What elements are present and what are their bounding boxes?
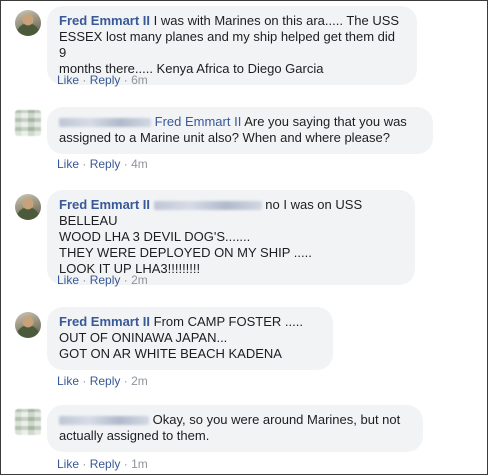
comment-text: OUT OF ONINAWA JAPAN... <box>59 330 228 345</box>
separator: · <box>123 157 128 171</box>
like-link[interactable]: Like <box>57 374 79 388</box>
avatar[interactable] <box>15 110 41 136</box>
reply-link[interactable]: Reply <box>90 374 121 388</box>
avatar[interactable] <box>15 409 41 435</box>
comment-text: I was with Marines on this ara..... The … <box>153 13 400 28</box>
timestamp[interactable]: 2m <box>131 273 148 287</box>
avatar[interactable] <box>15 10 41 36</box>
reply-link[interactable]: Reply <box>90 273 121 287</box>
author-name[interactable]: Fred Emmart II <box>59 13 150 28</box>
comment-actions: Like · Reply · 2m <box>57 273 148 287</box>
like-link[interactable]: Like <box>57 457 79 471</box>
timestamp[interactable]: 4m <box>131 157 148 171</box>
like-link[interactable]: Like <box>57 157 79 171</box>
mention-link[interactable]: Fred Emmart II <box>155 114 242 129</box>
reply-link[interactable]: Reply <box>90 73 121 87</box>
comment-actions: Like · Reply · 6m <box>57 73 148 87</box>
separator: · <box>123 374 128 388</box>
comment-text: Are you saying that you was <box>244 114 407 129</box>
mention-redacted <box>153 201 262 211</box>
comment-actions: Like · Reply · 1m <box>57 457 148 471</box>
avatar[interactable] <box>15 312 41 338</box>
comment-text: actually assigned to them. <box>59 428 210 443</box>
separator: · <box>82 374 87 388</box>
comment-text: From CAMP FOSTER ..... <box>153 314 303 329</box>
separator: · <box>82 157 87 171</box>
comment-actions: Like · Reply · 2m <box>57 374 148 388</box>
timestamp[interactable]: 1m <box>131 457 148 471</box>
comment-bubble: Fred Emmart II Are you saying that you w… <box>47 107 433 154</box>
like-link[interactable]: Like <box>57 73 79 87</box>
avatar[interactable] <box>15 194 41 220</box>
comment-text: Okay, so you were around Marines, but no… <box>152 412 401 427</box>
author-name[interactable]: Fred Emmart II <box>59 197 150 212</box>
separator: · <box>123 73 128 87</box>
comment-text: WOOD LHA 3 DEVIL DOG'S....... <box>59 229 251 244</box>
author-name-redacted <box>59 118 151 128</box>
separator: · <box>123 273 128 287</box>
reply-link[interactable]: Reply <box>90 457 121 471</box>
comment-bubble: Okay, so you were around Marines, but no… <box>47 405 423 452</box>
separator: · <box>82 73 87 87</box>
comment-actions: Like · Reply · 4m <box>57 157 148 171</box>
comment-text: ESSEX lost many planes and my ship helpe… <box>59 29 396 60</box>
reply-link[interactable]: Reply <box>90 157 121 171</box>
comment-bubble: Fred Emmart II From CAMP FOSTER ..... OU… <box>47 307 333 370</box>
separator: · <box>123 457 128 471</box>
comment-bubble: Fred Emmart II no I was on USS BELLEAU W… <box>47 190 415 285</box>
comment-text: assigned to a Marine unit also? When and… <box>59 130 390 145</box>
separator: · <box>82 273 87 287</box>
timestamp[interactable]: 6m <box>131 73 148 87</box>
comment-text: GOT ON AR WHITE BEACH KADENA <box>59 346 282 361</box>
comment-text: THEY WERE DEPLOYED ON MY SHIP ..... <box>59 245 312 260</box>
like-link[interactable]: Like <box>57 273 79 287</box>
timestamp[interactable]: 2m <box>131 374 148 388</box>
separator: · <box>82 457 87 471</box>
author-name[interactable]: Fred Emmart II <box>59 314 150 329</box>
comment-thread: Fred Emmart II I was with Marines on thi… <box>0 0 488 475</box>
author-name-redacted <box>59 416 149 426</box>
